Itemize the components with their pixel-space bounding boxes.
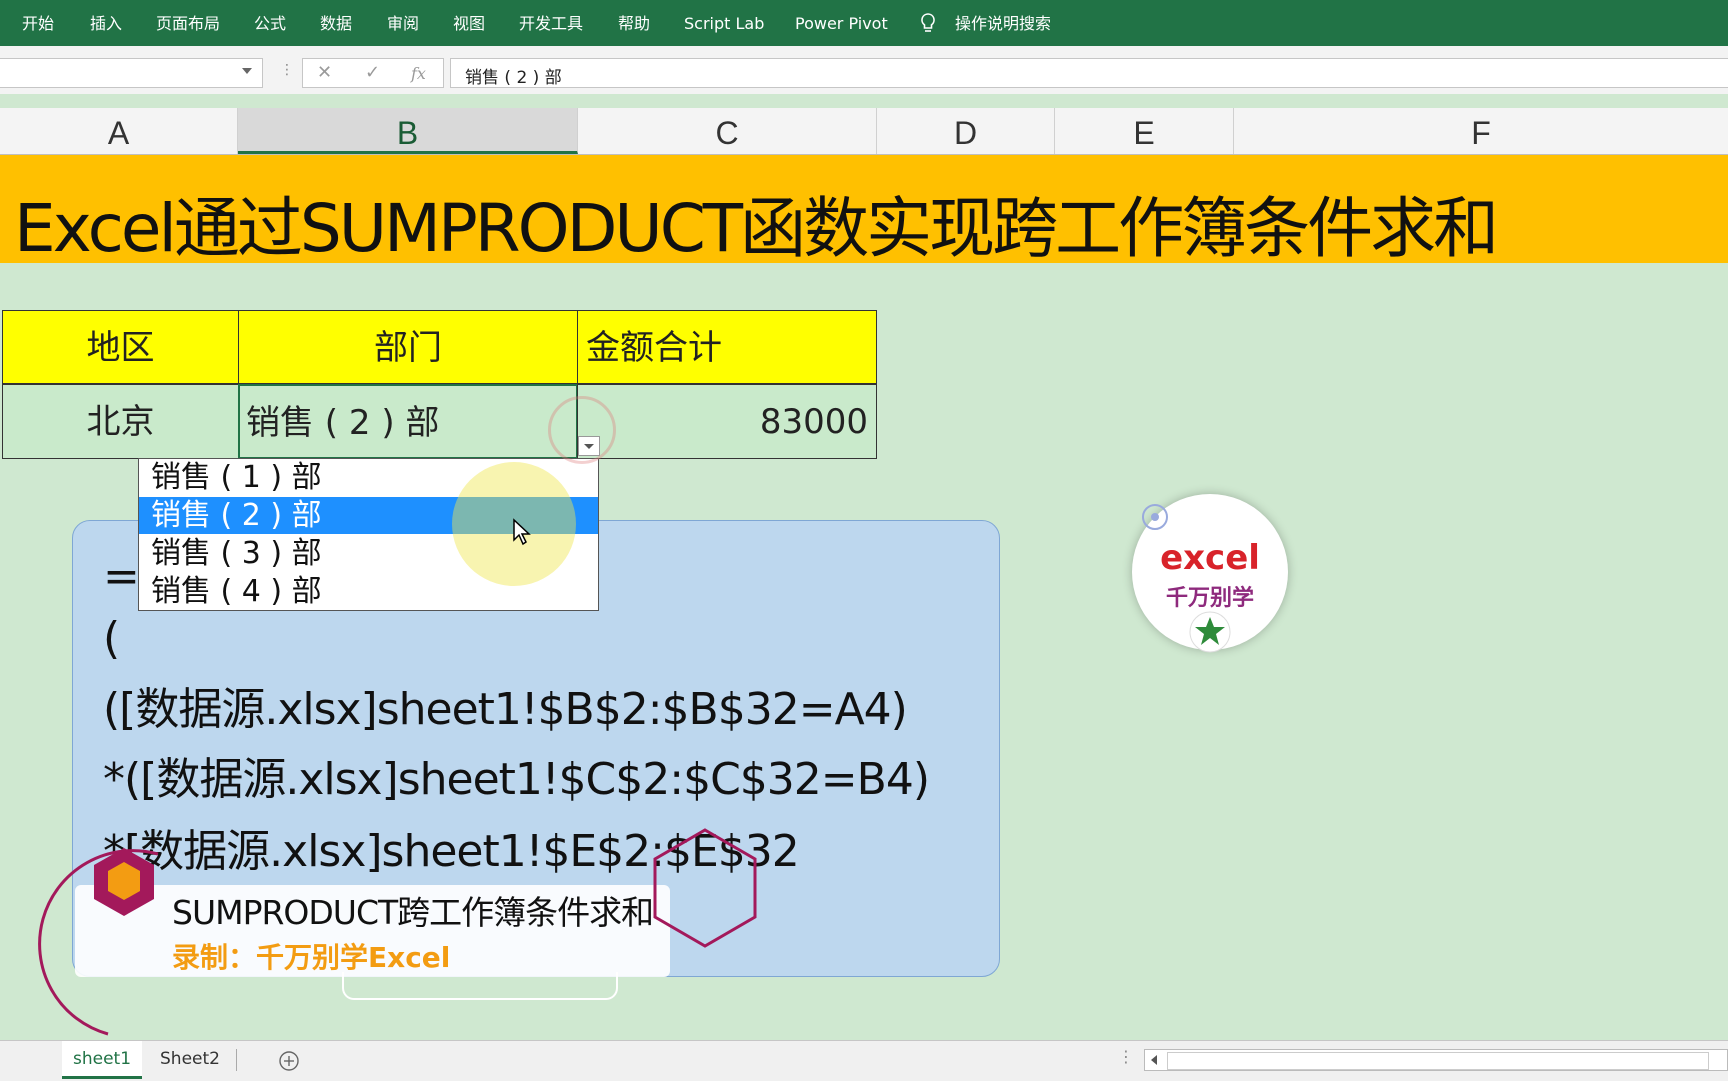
formula-bar-row: ⋮ ✕ ✓ fx 销售 ( 2 ) 部 <box>0 46 1728 94</box>
cancel-icon[interactable]: ✕ <box>317 62 332 83</box>
column-header-c[interactable]: C <box>578 108 877 154</box>
header-cell-amount[interactable]: 金额合计 <box>577 310 877 384</box>
tab-page-layout[interactable]: 页面布局 <box>156 0 220 46</box>
tab-divider <box>236 1049 237 1071</box>
tab-developer[interactable]: 开发工具 <box>519 0 583 46</box>
formula-line-4: *([数据源.xlsx]sheet1!$C$2:$C$32=B4) <box>103 754 930 805</box>
sparkle-icon <box>1142 504 1168 530</box>
page-title: Excel通过SUMPRODUCT函数实现跨工作簿条件求和 <box>14 190 1499 267</box>
formula-buttons: ✕ ✓ fx <box>302 58 444 88</box>
tell-me-search[interactable]: 操作说明搜索 <box>955 0 1051 46</box>
enter-icon[interactable]: ✓ <box>365 62 380 83</box>
cell-amount[interactable]: 83000 <box>577 384 877 459</box>
column-header-a[interactable]: A <box>0 108 238 154</box>
tab-view[interactable]: 视图 <box>453 0 485 46</box>
lightbulb-icon <box>921 13 935 32</box>
tab-help[interactable]: 帮助 <box>618 0 650 46</box>
column-header-d[interactable]: D <box>877 108 1055 154</box>
scroll-left-icon[interactable] <box>1149 1054 1159 1066</box>
add-sheet-icon[interactable] <box>278 1050 300 1072</box>
tab-insert[interactable]: 插入 <box>90 0 122 46</box>
tab-script-lab[interactable]: Script Lab <box>684 0 764 46</box>
caption-title: SUMPRODUCT跨工作簿条件求和 <box>172 893 654 932</box>
click-ripple <box>548 396 616 464</box>
tab-home[interactable]: 开始 <box>22 0 54 46</box>
ribbon: 开始 插入 页面布局 公式 数据 审阅 视图 开发工具 帮助 Script La… <box>0 0 1728 46</box>
column-header-b[interactable]: B <box>238 108 578 154</box>
cell-department-selected[interactable]: 销售 ( 2 ) 部 <box>238 384 578 459</box>
title-banner: Excel通过SUMPRODUCT函数实现跨工作簿条件求和 <box>0 155 1728 267</box>
header-cell-department[interactable]: 部门 <box>238 310 578 384</box>
name-box[interactable] <box>0 58 263 88</box>
column-headers: A B C D E F <box>0 108 1728 155</box>
formula-bar-grip-icon: ⋮ <box>280 62 294 78</box>
logo-text-excel: excel <box>1160 538 1260 578</box>
tab-formulas[interactable]: 公式 <box>254 0 286 46</box>
formula-line-2: ( <box>103 613 120 664</box>
caption-subtitle: 录制：千万别学Excel <box>172 941 451 974</box>
column-header-e[interactable]: E <box>1055 108 1234 154</box>
tab-review[interactable]: 审阅 <box>387 0 419 46</box>
horizontal-scrollbar[interactable] <box>1144 1049 1728 1071</box>
name-box-dropdown-icon[interactable] <box>242 68 252 74</box>
scrollbar-thumb[interactable] <box>1167 1052 1709 1070</box>
formula-line-3: ([数据源.xlsx]sheet1!$B$2:$B$32=A4) <box>103 684 908 735</box>
cell-region[interactable]: 北京 <box>2 384 239 459</box>
tab-data[interactable]: 数据 <box>320 0 352 46</box>
formula-value: 销售 ( 2 ) 部 <box>465 68 562 88</box>
caption-underline-decoration <box>342 972 618 1000</box>
header-cell-region[interactable]: 地区 <box>2 310 239 384</box>
insert-function-icon[interactable]: fx <box>411 64 426 83</box>
hexagon-outline-decoration <box>653 828 757 948</box>
hexagon-badge-icon <box>94 848 154 916</box>
sheet-tab-sheet1[interactable]: sheet1 <box>62 1041 142 1079</box>
column-header-f[interactable]: F <box>1234 108 1728 154</box>
watermark-logo: excel 千万别学 <box>1132 494 1288 653</box>
formula-input[interactable]: 销售 ( 2 ) 部 <box>450 58 1728 88</box>
star-icon <box>1189 611 1231 653</box>
mouse-pointer-icon <box>513 518 531 546</box>
scroll-split-grip-icon[interactable]: ⋮ <box>1118 1047 1134 1066</box>
tab-power-pivot[interactable]: Power Pivot <box>795 0 888 46</box>
sheet-tab-sheet2[interactable]: Sheet2 <box>150 1041 230 1079</box>
sheet-tab-bar: sheet1 Sheet2 ⋮ <box>0 1040 1728 1081</box>
logo-text-cn: 千万别学 <box>1165 586 1254 611</box>
